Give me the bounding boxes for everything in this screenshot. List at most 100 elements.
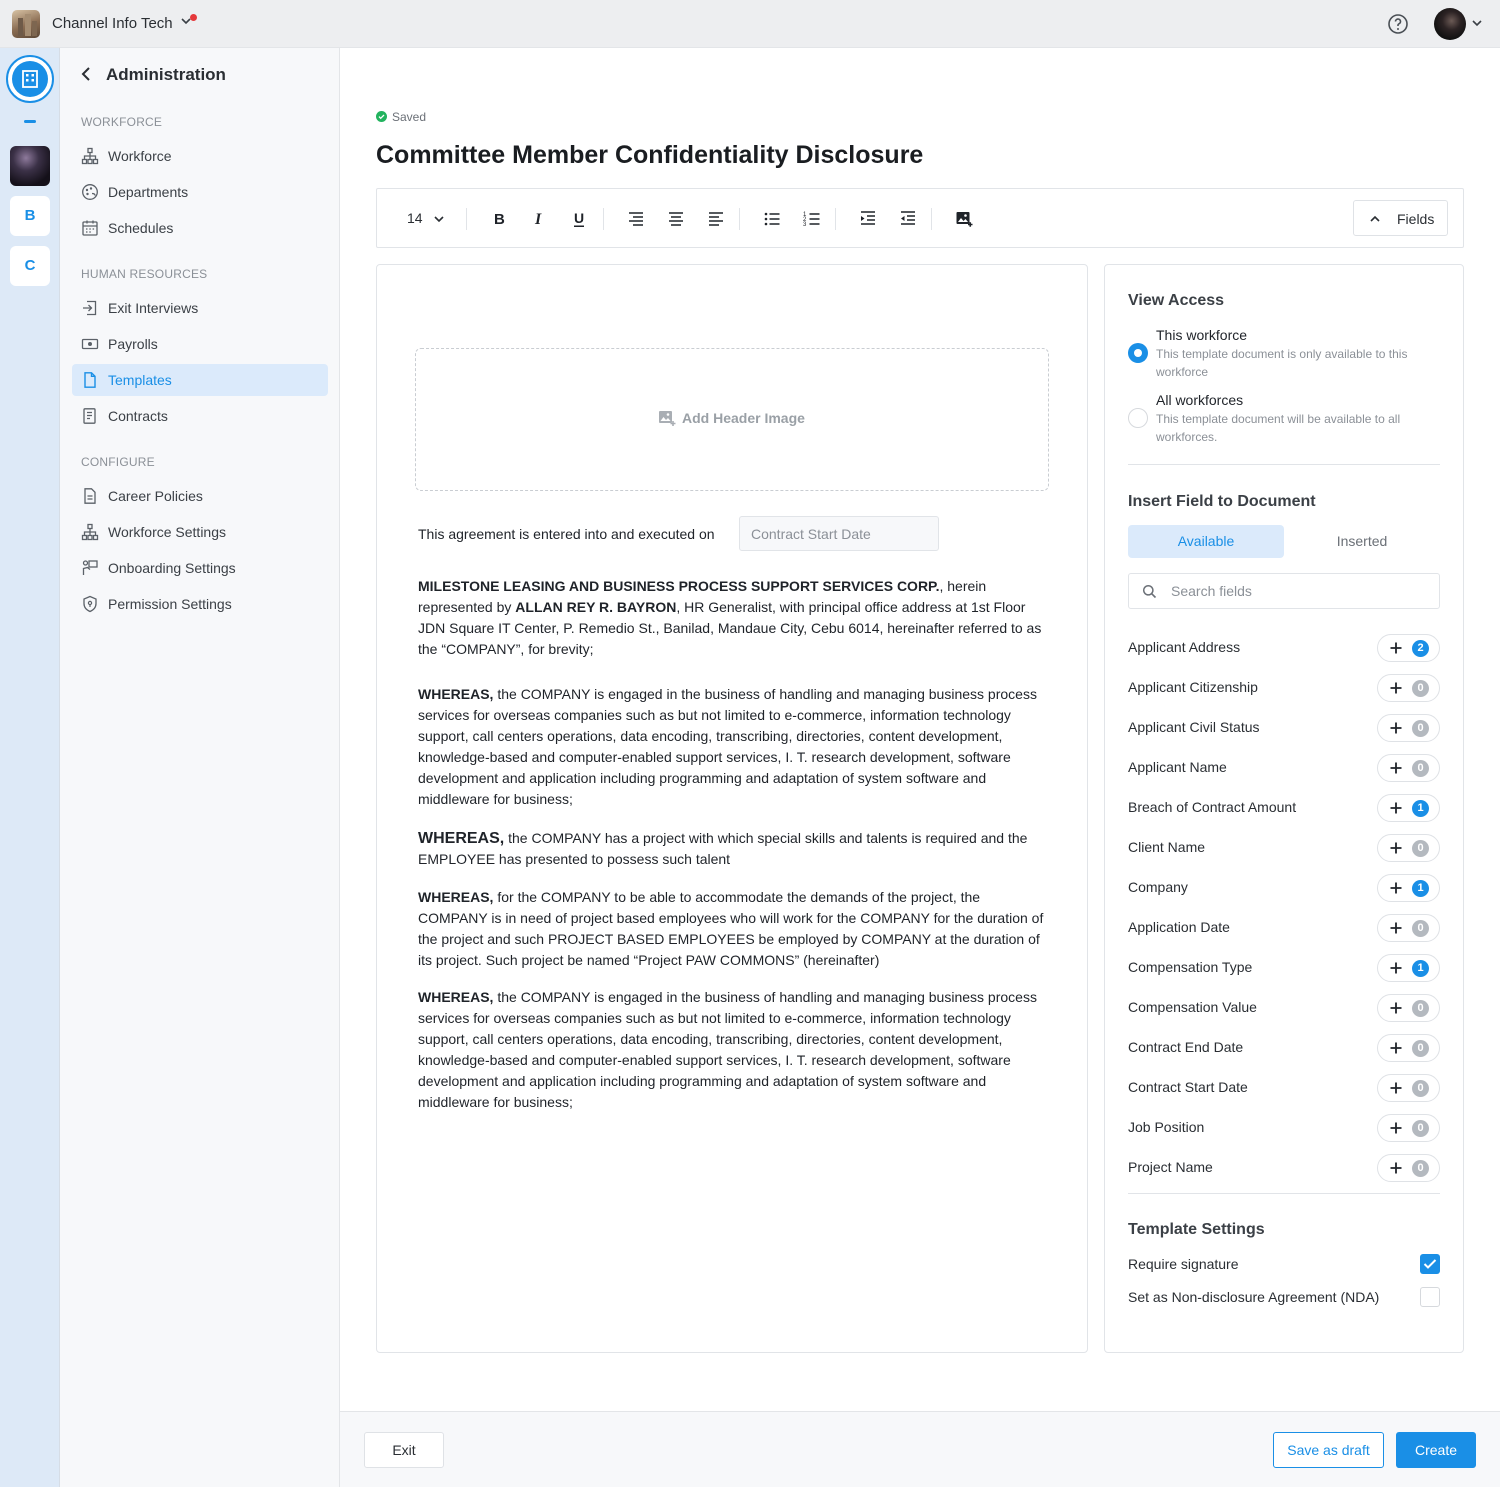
require-signature-checkbox[interactable] (1420, 1254, 1440, 1274)
italic-icon[interactable]: I (531, 209, 547, 229)
plus-icon (1390, 1042, 1402, 1054)
plus-icon (1390, 1122, 1402, 1134)
insert-image-icon[interactable] (955, 209, 973, 229)
paragraph-whereas-4: WHEREAS, the COMPANY is engaged in the b… (418, 987, 1048, 1113)
bullet-list-icon[interactable] (763, 209, 781, 229)
workspace-active[interactable] (6, 55, 54, 103)
outdent-icon[interactable] (899, 209, 917, 229)
workspace-rail: B C (0, 48, 60, 1487)
toolbar-divider (835, 208, 836, 230)
sidebar-item-templates[interactable]: Templates (72, 364, 328, 396)
field-row: Breach of Contract Amount 1 (1128, 793, 1440, 823)
field-row: Applicant Address 2 (1128, 633, 1440, 663)
sidebar-item-label: Schedules (108, 220, 174, 236)
numbered-list-icon[interactable]: 123 (803, 209, 821, 229)
sidebar-item-label: Templates (108, 372, 172, 388)
plus-icon (1390, 802, 1402, 814)
sidebar-item-departments[interactable]: Departments (72, 176, 328, 208)
sidebar-item-onboarding-settings[interactable]: Onboarding Settings (72, 552, 328, 584)
document-title[interactable]: Committee Member Confidentiality Disclos… (376, 141, 923, 170)
help-icon[interactable] (1386, 12, 1410, 36)
align-center-icon[interactable] (667, 209, 685, 229)
sidebar-item-career-policies[interactable]: Career Policies (72, 480, 328, 512)
field-name: Applicant Address (1128, 639, 1241, 655)
plus-icon (1390, 762, 1402, 774)
field-count-badge: 0 (1412, 1000, 1429, 1017)
section-workforce: WORKFORCE (81, 115, 163, 129)
whereas-label: WHEREAS, (418, 830, 505, 847)
sidebar-item-label: Workforce (108, 148, 172, 164)
sidebar-item-exit-interviews[interactable]: Exit Interviews (72, 292, 328, 324)
tab-available[interactable]: Available (1128, 525, 1284, 558)
toolbar-divider (603, 208, 604, 230)
shield-icon (83, 595, 97, 613)
insert-field-button[interactable]: 0 (1377, 674, 1440, 702)
radio-label[interactable]: All workforces (1156, 392, 1243, 408)
onboarding-icon (82, 560, 98, 575)
chevron-down-icon[interactable] (433, 213, 445, 225)
insert-field-button[interactable]: 0 (1377, 1114, 1440, 1142)
sidebar-item-workforce-settings[interactable]: Workforce Settings (72, 516, 328, 548)
sidebar-item-contracts[interactable]: Contracts (72, 400, 328, 432)
workspace-c[interactable]: C (10, 246, 50, 286)
align-left-icon[interactable] (707, 209, 725, 229)
exit-icon (83, 300, 97, 316)
document-editor[interactable]: Add Header Image This agreement is enter… (376, 264, 1088, 1353)
insert-field-button[interactable]: 0 (1377, 714, 1440, 742)
insert-field-button[interactable]: 0 (1377, 834, 1440, 862)
divider (1128, 464, 1440, 465)
sidebar-item-label: Contracts (108, 408, 168, 424)
insert-field-button[interactable]: 0 (1377, 994, 1440, 1022)
tab-inserted[interactable]: Inserted (1284, 525, 1440, 558)
whereas-label: WHEREAS, (418, 889, 494, 905)
contract-start-date-field[interactable]: Contract Start Date (739, 516, 939, 551)
field-name: Company (1128, 879, 1188, 895)
workspace-image[interactable] (10, 146, 50, 186)
search-fields-input[interactable]: Search fields (1128, 573, 1440, 609)
bold-icon[interactable]: B (491, 209, 507, 229)
back-arrow-icon[interactable] (80, 66, 94, 82)
create-button[interactable]: Create (1396, 1432, 1476, 1468)
save-draft-button[interactable]: Save as draft (1273, 1432, 1384, 1468)
font-size-select[interactable]: 14 (407, 210, 423, 226)
insert-field-button[interactable]: 0 (1377, 754, 1440, 782)
sidebar-item-workforce[interactable]: Workforce (72, 140, 328, 172)
insert-field-button[interactable]: 1 (1377, 954, 1440, 982)
insert-field-button[interactable]: 1 (1377, 874, 1440, 902)
field-count-badge: 0 (1412, 1160, 1429, 1177)
org-logo[interactable] (12, 10, 40, 38)
search-placeholder: Search fields (1171, 583, 1252, 599)
insert-field-button[interactable]: 1 (1377, 794, 1440, 822)
exit-button[interactable]: Exit (364, 1432, 444, 1468)
plus-icon (1390, 922, 1402, 934)
header-image-dropzone[interactable]: Add Header Image (415, 348, 1049, 491)
insert-field-button[interactable]: 0 (1377, 1154, 1440, 1182)
org-name[interactable]: Channel Info Tech (52, 15, 173, 32)
avatar[interactable] (1434, 8, 1466, 40)
nda-checkbox[interactable] (1420, 1287, 1440, 1307)
sidebar-item-schedules[interactable]: Schedules (72, 212, 328, 244)
underline-icon[interactable]: U (571, 209, 587, 229)
sidebar-item-permission-settings[interactable]: Permission Settings (72, 588, 328, 620)
radio-label[interactable]: This workforce (1156, 327, 1247, 343)
insert-field-button[interactable]: 0 (1377, 1074, 1440, 1102)
workspace-b[interactable]: B (10, 196, 50, 236)
paragraph-text: the COMPANY is engaged in the business o… (418, 686, 1037, 807)
field-row: Contract Start Date 0 (1128, 1073, 1440, 1103)
require-signature-label: Require signature (1128, 1256, 1239, 1272)
chevron-down-icon[interactable] (1471, 17, 1483, 29)
indent-icon[interactable] (859, 209, 877, 229)
radio-all-workforces[interactable] (1128, 408, 1148, 428)
contract-icon (83, 408, 96, 424)
radio-this-workforce[interactable] (1128, 343, 1148, 363)
insert-field-button[interactable]: 2 (1377, 634, 1440, 662)
paragraph-text: for the COMPANY to be able to accommodat… (418, 889, 1044, 968)
field-name: Compensation Value (1128, 999, 1257, 1015)
insert-field-button[interactable]: 0 (1377, 914, 1440, 942)
fields-toggle-button[interactable]: Fields (1353, 200, 1448, 236)
sidebar-item-payrolls[interactable]: Payrolls (72, 328, 328, 360)
plus-icon (1390, 1002, 1402, 1014)
insert-field-button[interactable]: 0 (1377, 1034, 1440, 1062)
align-right-icon[interactable] (627, 209, 645, 229)
field-name: Applicant Citizenship (1128, 679, 1258, 695)
